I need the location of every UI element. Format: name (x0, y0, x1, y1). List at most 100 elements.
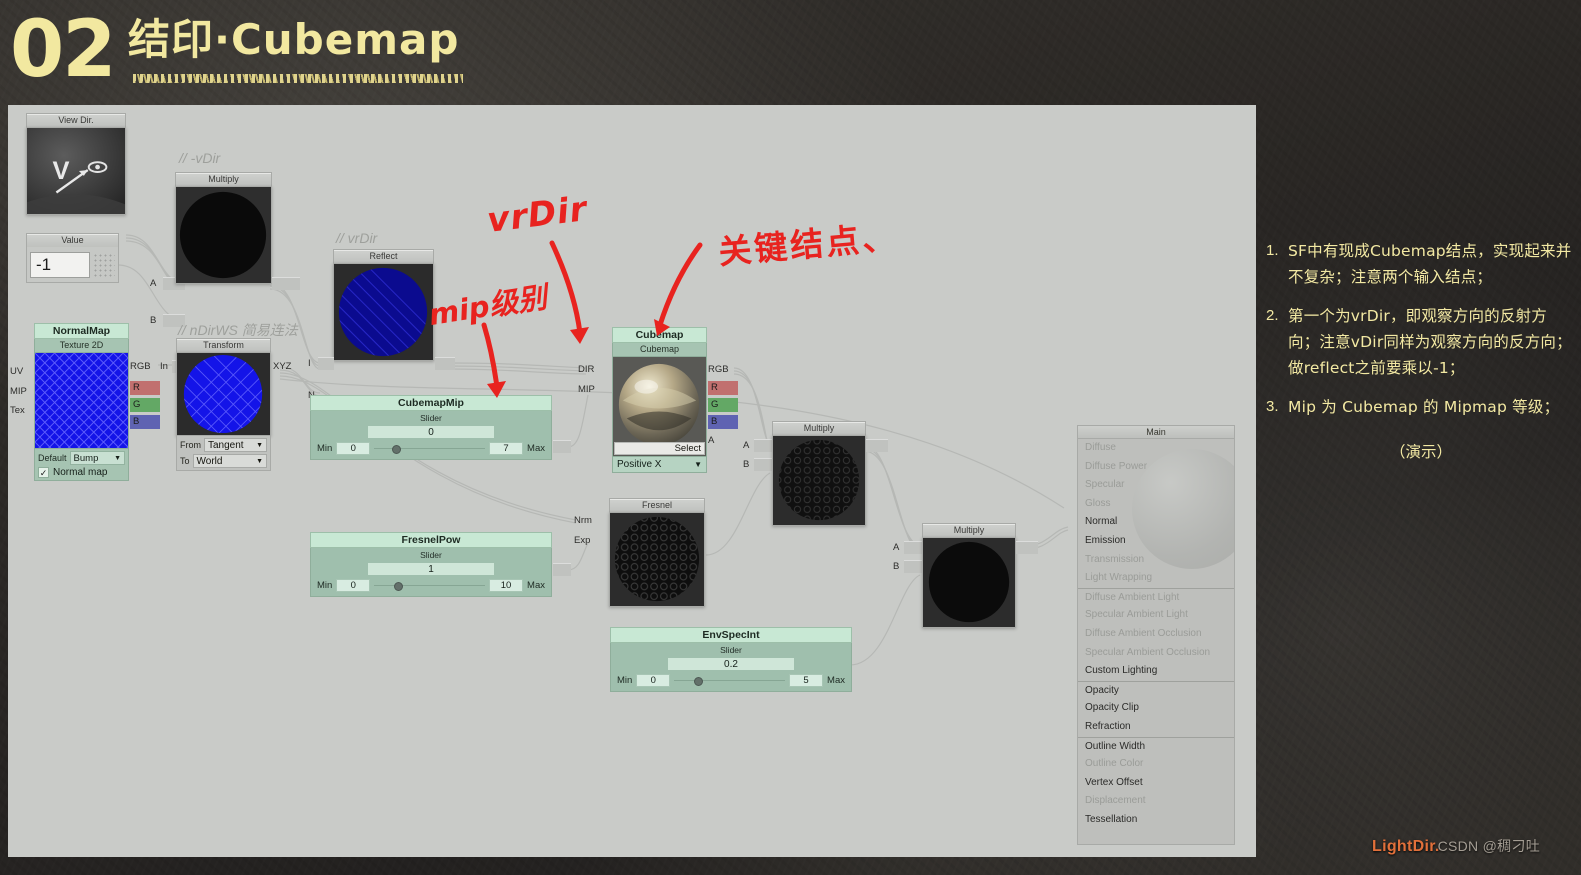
port-cubemap-rgb[interactable]: RGB (708, 363, 729, 376)
main-slot[interactable]: Opacity Clip (1078, 699, 1234, 718)
port-normalmap-r[interactable]: R (130, 381, 160, 395)
port-normalmap-tex[interactable]: Tex (10, 404, 25, 417)
shader-forge-node-editor[interactable]: View Dir. V Value -1 A B Multiply // -vD… (8, 105, 1256, 857)
port-transform-xyz[interactable]: XYZ (273, 360, 291, 373)
node-normalmap[interactable]: NormalMap Texture 2D Default Bump ▼ ✓ No… (34, 323, 129, 481)
main-slot[interactable]: Diffuse (1078, 439, 1234, 458)
port-multiply2-b[interactable]: B (743, 458, 749, 471)
slider-panel[interactable]: Slider 0.2 Min 0 5 Max (610, 643, 852, 692)
port-label: R (711, 382, 718, 393)
port-transform-in[interactable]: In (160, 360, 168, 373)
slider-panel[interactable]: Slider 1 Min 0 10 Max (310, 548, 552, 597)
port-multiply3-b[interactable]: B (893, 560, 899, 573)
node-reflect[interactable]: Reflect (333, 249, 434, 361)
main-slot-list[interactable]: Diffuse Diffuse Power Specular Gloss Normal E… (1078, 439, 1234, 829)
port-fresnel-nrm[interactable]: Nrm (574, 514, 592, 527)
to-dropdown[interactable]: World ▼ (192, 454, 267, 468)
main-slot-label: Diffuse Power (1085, 460, 1148, 472)
main-slot[interactable]: Diffuse Power (1078, 458, 1234, 477)
slot-reflect-in-i (318, 357, 334, 370)
node-transform[interactable]: Transform From Tangent ▼ To World ▼ (176, 338, 271, 471)
port-reflect-i[interactable]: I (308, 357, 311, 370)
port-multiply2-a[interactable]: A (743, 439, 749, 452)
max-input[interactable]: 5 (789, 674, 824, 687)
slider-knob[interactable] (392, 445, 402, 454)
bump-dropdown[interactable]: Bump ▼ (69, 451, 125, 465)
main-slot[interactable]: Light Wrapping (1078, 569, 1234, 588)
node-cubemapmip[interactable]: CubemapMip Slider 0 Min 0 7 Max (310, 395, 552, 460)
port-cubemap-mip[interactable]: MIP (578, 383, 595, 396)
node-value[interactable]: Value (26, 233, 119, 283)
normalmap-checkbox[interactable]: ✓ (38, 467, 49, 478)
main-slot[interactable]: Tessellation (1078, 811, 1234, 830)
port-cubemap-g[interactable]: G (708, 398, 738, 412)
main-slot[interactable]: Diffuse Ambient Occlusion (1078, 625, 1234, 644)
node-title: Main (1077, 425, 1235, 439)
slider-track[interactable] (670, 674, 789, 687)
slider-value[interactable]: 1 (367, 562, 495, 576)
node-multiply-1[interactable]: Multiply (175, 172, 272, 284)
notes-list: 1. SF中有现成Cubemap结点，实现起来并不复杂；注意两个输入结点； 2. 第一… (1266, 238, 1576, 420)
main-slot[interactable]: Normal (1078, 513, 1234, 532)
port-fresnel-exp[interactable]: Exp (574, 534, 590, 547)
slot-cubemapmip-out (553, 440, 571, 453)
slot-multiply2-out (866, 439, 888, 452)
main-slot[interactable]: Outline Width (1078, 736, 1234, 756)
cubemap-face-dropdown[interactable]: Positive X ▼ (612, 457, 707, 473)
port-normalmap-g[interactable]: G (130, 398, 160, 412)
port-normalmap-b[interactable]: B (130, 415, 160, 429)
port-cubemap-a[interactable]: A (708, 434, 714, 447)
node-multiply-2[interactable]: Multiply (772, 421, 866, 526)
slider-track[interactable] (370, 579, 489, 592)
node-cubemap[interactable]: Cubemap Cubemap Select Positive X ▼ (612, 327, 707, 473)
max-input[interactable]: 7 (489, 442, 524, 455)
port-normalmap-mip[interactable]: MIP (10, 385, 27, 398)
value-input[interactable] (30, 251, 90, 278)
from-dropdown[interactable]: Tangent ▼ (204, 438, 267, 452)
slider-knob[interactable] (694, 677, 704, 686)
main-slot[interactable]: Custom Lighting (1078, 662, 1234, 681)
main-slot[interactable]: Gloss (1078, 495, 1234, 514)
node-view-dir[interactable]: View Dir. V (26, 113, 126, 215)
port-multiply1-b[interactable]: B (150, 314, 156, 327)
node-preview (772, 435, 866, 526)
port-cubemap-b[interactable]: B (708, 415, 738, 429)
main-slot[interactable]: Specular Ambient Occlusion (1078, 644, 1234, 663)
port-normalmap-rgb[interactable]: RGB (130, 360, 151, 373)
main-slot[interactable]: Refraction (1078, 718, 1234, 737)
port-multiply1-a[interactable]: A (150, 277, 156, 290)
main-node-slots[interactable]: Diffuse Diffuse Power Specular Gloss Normal E… (1077, 439, 1235, 845)
main-slot[interactable]: Outline Color (1078, 755, 1234, 774)
min-input[interactable]: 0 (336, 579, 371, 592)
cubemap-select-button[interactable]: Select (614, 442, 705, 455)
slider-value[interactable]: 0 (367, 425, 495, 439)
node-fresnel[interactable]: Fresnel (609, 498, 705, 607)
port-normalmap-uv[interactable]: UV (10, 365, 23, 378)
main-slot-label: Vertex Offset (1085, 776, 1143, 788)
node-main[interactable]: Main Diffuse Diffuse Power Specular Gloss No… (1077, 425, 1235, 845)
port-label: Exp (574, 535, 591, 546)
note-text: 第一个为vrDir，即观察方向的反射方向；注意vDir同样为观察方向的反方向；做… (1288, 307, 1572, 377)
main-slot[interactable]: Vertex Offset (1078, 774, 1234, 793)
min-input[interactable]: 0 (636, 674, 671, 687)
main-slot[interactable]: Diffuse Ambient Light (1078, 587, 1234, 607)
slider-knob[interactable] (394, 582, 404, 591)
node-fresnelpow[interactable]: FresnelPow Slider 1 Min 0 10 Max (310, 532, 552, 597)
main-slot[interactable]: Specular Ambient Light (1078, 606, 1234, 625)
min-input[interactable]: 0 (336, 442, 371, 455)
main-slot[interactable]: Emission (1078, 532, 1234, 551)
main-slot[interactable]: Transmission (1078, 551, 1234, 570)
port-cubemap-r[interactable]: R (708, 381, 738, 395)
max-input[interactable]: 10 (489, 579, 524, 592)
main-slot[interactable]: Specular (1078, 476, 1234, 495)
port-cubemap-dir[interactable]: DIR (578, 363, 594, 376)
node-multiply-3[interactable]: Multiply (922, 523, 1016, 628)
slider-track[interactable] (370, 442, 489, 455)
slider-value[interactable]: 0.2 (667, 657, 795, 671)
main-slot[interactable]: Opacity (1078, 680, 1234, 700)
node-envspecint[interactable]: EnvSpecInt Slider 0.2 Min 0 5 Max (610, 627, 852, 692)
main-slot[interactable]: Displacement (1078, 792, 1234, 811)
slider-panel[interactable]: Slider 0 Min 0 7 Max (310, 411, 552, 460)
port-multiply3-a[interactable]: A (893, 541, 899, 554)
slider-label: Slider (420, 550, 442, 560)
